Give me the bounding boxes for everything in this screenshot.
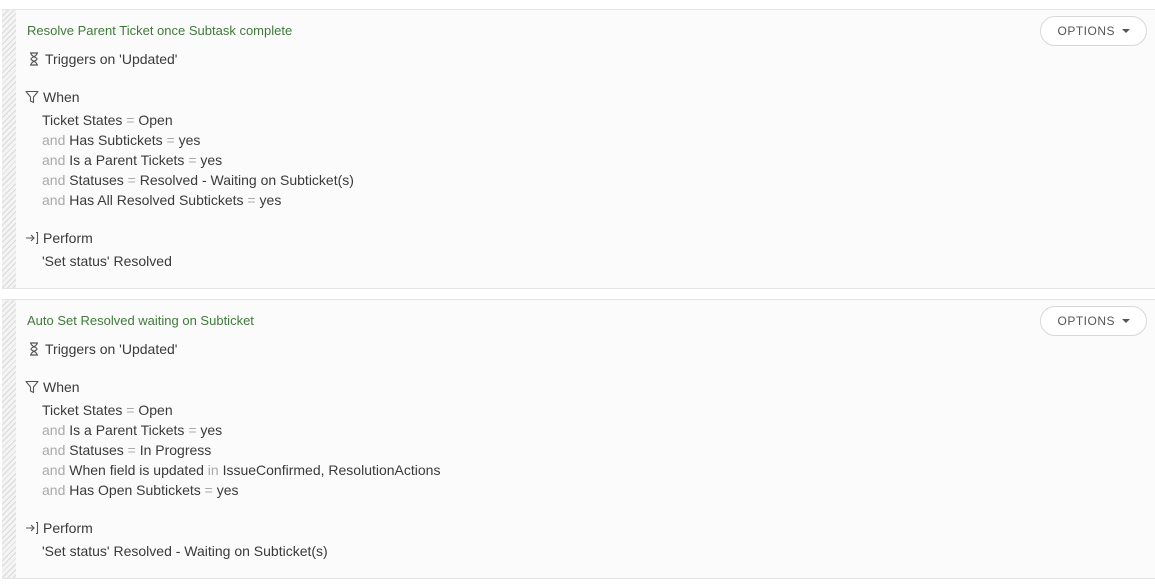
condition-value: Resolved - Waiting on Subticket(s) <box>139 172 354 188</box>
perform-heading: Perform <box>25 230 93 246</box>
options-button[interactable]: OPTIONS <box>1040 16 1147 46</box>
trigger-label: Triggers on 'Updated' <box>45 51 178 67</box>
condition-value: yes <box>200 152 223 168</box>
rule-card: Auto Set Resolved waiting on Subticket O… <box>2 299 1155 579</box>
sign-in-icon <box>26 521 39 535</box>
condition-row: and Has Subtickets = yes <box>42 130 354 150</box>
hourglass-icon <box>30 52 38 66</box>
hourglass-icon <box>30 342 38 356</box>
condition-value: Open <box>138 112 173 128</box>
condition-row: Ticket States = Open <box>42 400 440 420</box>
condition-list: Ticket States = Open and Has Subtickets … <box>42 110 354 210</box>
condition-conjunction: and <box>42 192 66 208</box>
trigger-label: Triggers on 'Updated' <box>45 341 178 357</box>
when-heading: When <box>25 379 80 395</box>
condition-field: Has All Resolved Subtickets <box>69 192 244 208</box>
condition-row: and Statuses = In Progress <box>42 440 440 460</box>
caret-down-icon <box>1122 319 1130 323</box>
condition-field: When field is updated <box>69 462 204 478</box>
filter-icon <box>25 90 39 104</box>
condition-conjunction: and <box>42 462 66 478</box>
condition-value: yes <box>216 482 239 498</box>
perform-label: Perform <box>43 230 93 246</box>
rule-title[interactable]: Auto Set Resolved waiting on Subticket <box>27 313 254 328</box>
perform-action: 'Set status' Resolved <box>42 253 172 269</box>
condition-value: yes <box>200 422 223 438</box>
card-stripe <box>2 300 16 578</box>
condition-value: In Progress <box>139 442 212 458</box>
trigger-row: Triggers on 'Updated' <box>27 341 177 357</box>
condition-operator: = <box>188 152 197 168</box>
condition-operator: in <box>207 462 219 478</box>
when-label: When <box>43 89 80 105</box>
condition-row: Ticket States = Open <box>42 110 354 130</box>
condition-field: Statuses <box>69 442 124 458</box>
sign-in-icon <box>26 231 39 245</box>
trigger-row: Triggers on 'Updated' <box>27 51 177 67</box>
condition-operator: = <box>188 422 197 438</box>
condition-field: Is a Parent Tickets <box>69 422 185 438</box>
condition-field: Ticket States <box>42 112 123 128</box>
options-button[interactable]: OPTIONS <box>1040 306 1147 336</box>
condition-field: Has Subtickets <box>69 132 163 148</box>
condition-field: Ticket States <box>42 402 123 418</box>
condition-row: and Is a Parent Tickets = yes <box>42 420 440 440</box>
condition-value: yes <box>259 192 282 208</box>
when-heading: When <box>25 89 80 105</box>
condition-conjunction: and <box>42 172 66 188</box>
condition-operator: = <box>126 112 135 128</box>
card-stripe <box>2 10 16 288</box>
condition-operator: = <box>127 172 136 188</box>
rule-title[interactable]: Resolve Parent Ticket once Subtask compl… <box>27 23 292 38</box>
caret-down-icon <box>1122 29 1130 33</box>
condition-conjunction: and <box>42 422 66 438</box>
condition-value: yes <box>178 132 201 148</box>
perform-action: 'Set status' Resolved - Waiting on Subti… <box>42 543 328 559</box>
condition-operator: = <box>247 192 256 208</box>
condition-row: and Is a Parent Tickets = yes <box>42 150 354 170</box>
condition-conjunction: and <box>42 482 66 498</box>
condition-conjunction: and <box>42 442 66 458</box>
condition-field: Is a Parent Tickets <box>69 152 185 168</box>
condition-row: and Has Open Subtickets = yes <box>42 480 440 500</box>
condition-operator: = <box>126 402 135 418</box>
when-label: When <box>43 379 80 395</box>
condition-list: Ticket States = Open and Is a Parent Tic… <box>42 400 440 500</box>
condition-operator: = <box>204 482 213 498</box>
filter-icon <box>25 380 39 394</box>
perform-heading: Perform <box>25 520 93 536</box>
condition-row: and Has All Resolved Subtickets = yes <box>42 190 354 210</box>
condition-field: Statuses <box>69 172 124 188</box>
rule-card: Resolve Parent Ticket once Subtask compl… <box>2 9 1155 289</box>
condition-operator: = <box>166 132 175 148</box>
options-label: OPTIONS <box>1057 314 1115 328</box>
condition-row: and When field is updated in IssueConfir… <box>42 460 440 480</box>
condition-operator: = <box>127 442 136 458</box>
condition-conjunction: and <box>42 152 66 168</box>
condition-value: IssueConfirmed, ResolutionActions <box>222 462 441 478</box>
condition-conjunction: and <box>42 132 66 148</box>
options-label: OPTIONS <box>1057 24 1115 38</box>
condition-value: Open <box>138 402 173 418</box>
condition-row: and Statuses = Resolved - Waiting on Sub… <box>42 170 354 190</box>
condition-field: Has Open Subtickets <box>69 482 201 498</box>
perform-label: Perform <box>43 520 93 536</box>
